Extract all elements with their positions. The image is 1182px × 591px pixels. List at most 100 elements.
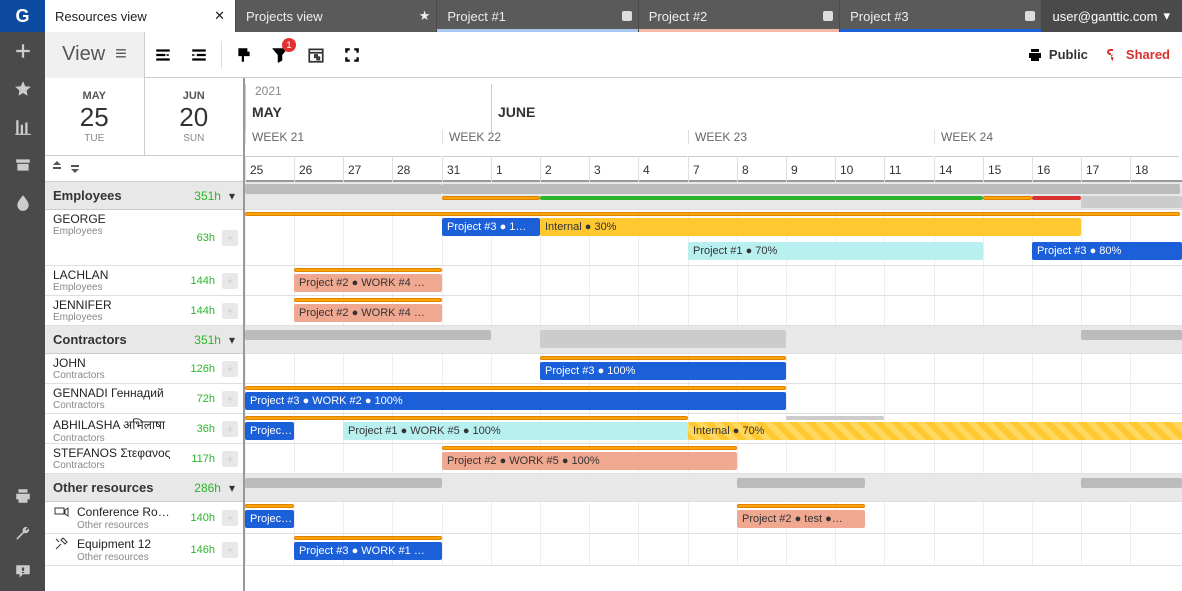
tab-project-1[interactable]: Project #1 <box>436 0 637 32</box>
week-label: WEEK 22 <box>442 130 501 144</box>
day-label: 26 <box>294 156 343 182</box>
day-label: 8 <box>737 156 786 182</box>
resource-jennifer[interactable]: JENNIFER Employees 144h + <box>45 296 243 326</box>
add-icon[interactable]: + <box>222 391 238 407</box>
gantt-row-jennifer[interactable]: Project #2 ● WORK #4 … <box>245 296 1182 326</box>
archive-icon[interactable] <box>0 146 45 184</box>
public-label: Public <box>1049 47 1088 62</box>
date-end[interactable]: JUN 20 SUN <box>145 78 244 155</box>
task-bar[interactable]: Project #2 ● WORK #5 ● 100% <box>442 452 737 470</box>
task-bar[interactable]: Projec… <box>245 422 294 440</box>
day-label: 3 <box>589 156 638 182</box>
filter-icon[interactable]: 1 <box>262 32 298 78</box>
help-icon[interactable] <box>0 553 45 591</box>
day-label: 2 <box>540 156 589 182</box>
tab-project-3[interactable]: Project #3 <box>839 0 1040 32</box>
sort-up-icon[interactable] <box>51 161 63 176</box>
add-icon[interactable]: + <box>222 510 238 526</box>
group-other[interactable]: Other resources 286h ▾ <box>45 474 243 502</box>
star-icon[interactable] <box>0 70 45 108</box>
tab-projects-view[interactable]: Projects view ★ <box>235 0 436 32</box>
timeline-body[interactable]: Project #3 ● 1… Internal ● 30% Project #… <box>245 182 1182 566</box>
wrench-icon[interactable] <box>0 515 45 553</box>
drop-icon[interactable] <box>0 184 45 222</box>
load-bar <box>737 504 865 508</box>
group-contractors[interactable]: Contractors 351h ▾ <box>45 326 243 354</box>
task-bar[interactable]: Project #3 ● 1… <box>442 218 540 236</box>
group-employees[interactable]: Employees 351h ▾ <box>45 182 243 210</box>
tab-bar: Resources view ✕ Projects view ★ Project… <box>45 0 1182 32</box>
task-bar[interactable]: Project #3 ● WORK #2 ● 100% <box>245 392 786 410</box>
color-dot <box>622 11 632 21</box>
indent-right-icon[interactable] <box>181 32 217 78</box>
task-bar[interactable]: Project #1 ● 70% <box>688 242 983 260</box>
paint-icon[interactable] <box>226 32 262 78</box>
date-start[interactable]: MAY 25 TUE <box>45 78 145 155</box>
user-menu[interactable]: user@ganttic.com ▾ <box>1041 0 1182 32</box>
add-icon[interactable]: + <box>222 230 238 246</box>
tab-project-2[interactable]: Project #2 <box>638 0 839 32</box>
shared-toggle[interactable]: Shared <box>1104 47 1170 63</box>
task-bar[interactable]: Project #2 ● WORK #4 … <box>294 304 442 322</box>
day-label: 15 <box>983 156 1032 182</box>
load-bar <box>540 196 983 200</box>
resource-gennadi[interactable]: GENNADI Геннадий Contractors 72h + <box>45 384 243 414</box>
star-icon[interactable]: ★ <box>419 8 431 24</box>
view-menu-button[interactable]: View ≡ <box>45 32 145 78</box>
gantt-row-gennadi[interactable]: Project #3 ● WORK #2 ● 100% <box>245 384 1182 414</box>
load-bar <box>442 446 737 450</box>
add-icon[interactable]: + <box>222 361 238 377</box>
task-bar[interactable]: Project #2 ● WORK #4 … <box>294 274 442 292</box>
calendar-add-icon[interactable] <box>298 32 334 78</box>
gantt-row-lachlan[interactable]: Project #2 ● WORK #4 … <box>245 266 1182 296</box>
month-label: JUNE <box>491 84 535 132</box>
logo[interactable]: G <box>0 0 45 32</box>
task-bar[interactable]: Project #3 ● 80% <box>1032 242 1182 260</box>
add-icon[interactable]: + <box>222 303 238 319</box>
indent-left-icon[interactable] <box>145 32 181 78</box>
day-label: 28 <box>392 156 441 182</box>
date-range[interactable]: MAY 25 TUE JUN 20 SUN <box>45 78 243 156</box>
resource-lachlan[interactable]: LACHLAN Employees 144h + <box>45 266 243 296</box>
gantt-row-stefanos[interactable]: Project #2 ● WORK #5 ● 100% <box>245 444 1182 474</box>
resource-george[interactable]: GEORGE Employees 63h + <box>45 210 243 266</box>
task-bar[interactable]: Projec… <box>245 510 294 528</box>
add-icon[interactable]: + <box>222 451 238 467</box>
task-bar[interactable]: Project #1 ● WORK #5 ● 100% <box>343 422 688 440</box>
resource-equipment-12[interactable]: Equipment 12 Other resources 146h + <box>45 534 243 566</box>
public-toggle[interactable]: Public <box>1027 47 1088 63</box>
day-label: 16 <box>1032 156 1081 182</box>
task-bar[interactable]: Project #3 ● WORK #1 … <box>294 542 442 560</box>
task-bar[interactable]: Internal ● 70% <box>688 422 1182 440</box>
gantt-row-abhilasha[interactable]: Projec… Project #1 ● WORK #5 ● 100% Inte… <box>245 414 1182 444</box>
gantt-row-john[interactable]: Project #3 ● 100% <box>245 354 1182 384</box>
tab-resources-view[interactable]: Resources view ✕ <box>45 0 235 32</box>
task-bar[interactable]: Project #2 ● test ●… <box>737 510 865 528</box>
day-label: 9 <box>786 156 835 182</box>
gantt-group-contractors <box>245 326 1182 354</box>
gantt-row-george[interactable]: Project #3 ● 1… Internal ● 30% Project #… <box>245 210 1182 266</box>
sort-down-icon[interactable] <box>69 161 81 176</box>
resource-john[interactable]: JOHN Contractors 126h + <box>45 354 243 384</box>
chevron-down-icon[interactable]: ▾ <box>229 481 235 495</box>
timeline[interactable]: 2021 MAYJUNE WEEK 21WEEK 22WEEK 23WEEK 2… <box>245 78 1182 591</box>
chevron-down-icon[interactable]: ▾ <box>229 333 235 347</box>
resource-stefanos[interactable]: STEFANOS Στεφανος Contractors 117h + <box>45 444 243 474</box>
gantt-row-equipment[interactable]: Project #3 ● WORK #1 … <box>245 534 1182 566</box>
resource-abhilasha[interactable]: ABHILASHA अभिलाषा Contractors 36h + <box>45 414 243 444</box>
resource-conference-room[interactable]: Conference Ro… Other resources 140h + <box>45 502 243 534</box>
chevron-down-icon[interactable]: ▾ <box>229 189 235 203</box>
chart-icon[interactable] <box>0 108 45 146</box>
add-icon[interactable]: + <box>222 421 238 437</box>
print-icon[interactable] <box>0 477 45 515</box>
add-icon[interactable] <box>0 32 45 70</box>
timeline-header: 2021 MAYJUNE WEEK 21WEEK 22WEEK 23WEEK 2… <box>245 78 1182 182</box>
add-icon[interactable]: + <box>222 273 238 289</box>
load-bar <box>442 196 540 200</box>
gantt-row-conference[interactable]: Projec… Project #2 ● test ●… <box>245 502 1182 534</box>
fullscreen-icon[interactable] <box>334 32 370 78</box>
add-icon[interactable]: + <box>222 542 238 558</box>
close-icon[interactable]: ✕ <box>214 8 225 24</box>
task-bar[interactable]: Project #3 ● 100% <box>540 362 786 380</box>
task-bar[interactable]: Internal ● 30% <box>540 218 1081 236</box>
